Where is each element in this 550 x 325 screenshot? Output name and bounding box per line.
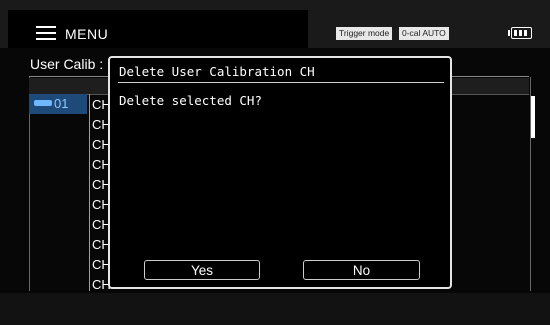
device-screen: MENU Trigger mode 0-cal AUTO User Calib … xyxy=(0,0,550,325)
hamburger-menu-icon[interactable] xyxy=(36,26,56,40)
menu-label[interactable]: MENU xyxy=(65,26,108,42)
dialog-message: Delete selected CH? xyxy=(119,93,262,108)
top-bar: MENU Trigger mode 0-cal AUTO xyxy=(0,0,550,48)
no-button[interactable]: No xyxy=(303,260,420,280)
zero-cal-auto-badge: 0-cal AUTO xyxy=(399,27,449,40)
battery-icon xyxy=(508,27,532,39)
yes-button[interactable]: Yes xyxy=(144,260,260,280)
delete-confirm-dialog: Delete User Calibration CH Delete select… xyxy=(108,56,452,289)
dialog-title: Delete User Calibration CH xyxy=(119,64,315,79)
bottom-bar xyxy=(0,293,550,325)
scrollbar[interactable] xyxy=(531,96,535,138)
row-number[interactable]: 01 xyxy=(54,96,68,111)
dialog-divider xyxy=(118,82,444,83)
trigger-mode-badge: Trigger mode xyxy=(336,27,393,40)
probe-icon xyxy=(34,100,52,106)
page-title: User Calib : xyxy=(30,56,104,72)
status-area xyxy=(308,0,550,48)
